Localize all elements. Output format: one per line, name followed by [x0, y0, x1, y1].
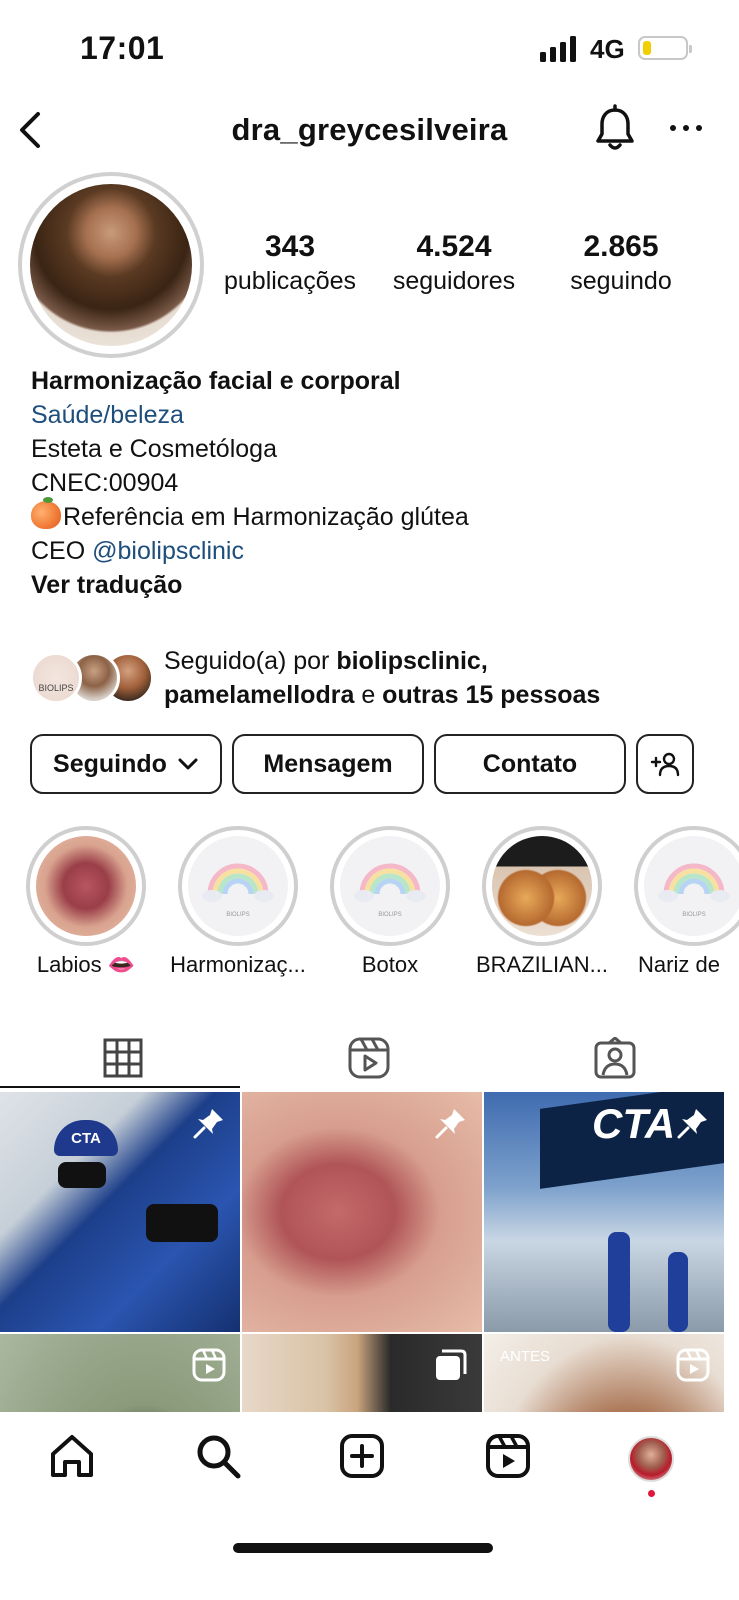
rainbow-icon: BIOLIPS — [658, 863, 730, 918]
post-thumbnail[interactable] — [242, 1092, 482, 1332]
bio-line-3: Referência em Harmonização glútea — [63, 503, 469, 531]
active-tab-indicator — [0, 1086, 240, 1088]
bio-ceo-link[interactable]: @biolipsclinic — [92, 537, 244, 565]
followed-by-others: outras 15 pessoas — [382, 681, 601, 709]
highlight-labios[interactable] — [26, 826, 146, 946]
rainbow-icon: BIOLIPS — [354, 863, 426, 918]
following-button[interactable]: Seguindo — [30, 734, 222, 794]
bell-icon[interactable] — [592, 104, 638, 154]
reels-icon — [676, 1348, 710, 1382]
peach-icon — [31, 497, 61, 529]
followed-by-prefix: Seguido(a) por — [164, 647, 330, 675]
contact-button[interactable]: Contato — [434, 734, 626, 794]
stat-following-value: 2.865 — [583, 230, 659, 263]
followed-by-text[interactable]: Seguido(a) por biolipsclinic, pamelamell… — [164, 644, 600, 712]
add-person-icon — [650, 752, 680, 777]
tab-grid[interactable] — [0, 1026, 246, 1090]
post-overlay-text: CTA — [592, 1100, 676, 1147]
followed-by-user-2: pamelamellodra — [164, 681, 355, 709]
highlight-botox[interactable]: BIOLIPS — [330, 826, 450, 946]
post-thumbnail[interactable]: CTA — [484, 1092, 724, 1332]
tab-reels[interactable] — [246, 1026, 492, 1090]
followed-by-conj: e — [361, 681, 376, 709]
reels-icon — [348, 1037, 390, 1079]
stat-following-label: seguindo — [570, 267, 672, 295]
svg-text:BIOLIPS: BIOLIPS — [682, 912, 705, 918]
message-button[interactable]: Mensagem — [232, 734, 424, 794]
reels-nav-icon[interactable] — [484, 1432, 532, 1480]
post-person — [668, 1252, 688, 1332]
stat-followers-value: 4.524 — [416, 230, 492, 263]
post-mask — [58, 1162, 106, 1188]
search-icon[interactable] — [194, 1432, 242, 1480]
battery-icon — [638, 36, 692, 60]
translate-link[interactable]: Ver tradução — [31, 568, 469, 602]
highlight-label: Labios 👄 — [36, 952, 136, 977]
mutual-avatar-1[interactable]: BIOLIPS — [30, 652, 82, 704]
stat-posts-label: publicações — [223, 267, 357, 295]
highlight-label: BRAZILIAN... — [475, 952, 609, 977]
bio-category[interactable]: Saúde/beleza — [31, 398, 469, 432]
pin-icon — [435, 1109, 465, 1139]
stat-posts-value: 343 — [264, 230, 316, 263]
grid-icon — [103, 1038, 143, 1078]
stat-followers[interactable]: 4.524 seguidores — [382, 230, 526, 298]
stat-following[interactable]: 2.865 seguindo — [546, 230, 696, 298]
bio-line-3-row: Referência em Harmonização glútea — [31, 497, 469, 534]
home-icon[interactable] — [48, 1432, 96, 1480]
highlight-label: Nariz de — [638, 952, 720, 977]
post-person — [608, 1232, 630, 1332]
profile-nav-avatar[interactable] — [628, 1436, 674, 1482]
bio-line-2: CNEC:00904 — [31, 469, 179, 497]
stat-posts[interactable]: 343 publicações — [218, 230, 362, 298]
post-overlay-text: ANTES — [500, 1348, 551, 1365]
home-indicator — [233, 1543, 493, 1553]
pin-icon — [677, 1109, 707, 1139]
highlight-harmonizacao[interactable]: BIOLIPS — [178, 826, 298, 946]
stat-followers-label: seguidores — [392, 267, 516, 295]
profile-avatar[interactable] — [18, 172, 204, 358]
tagged-person-icon — [594, 1037, 636, 1079]
more-options-icon[interactable] — [668, 118, 704, 138]
carousel-icon — [436, 1349, 467, 1380]
post-overlay-text: CTA — [54, 1120, 118, 1156]
status-time: 17:01 — [80, 30, 165, 66]
followed-by-user-1: biolipsclinic, — [336, 647, 488, 675]
notification-dot — [648, 1490, 655, 1497]
tab-tagged[interactable] — [492, 1026, 738, 1090]
highlight-brazilian[interactable] — [482, 826, 602, 946]
highlight-label: Botox — [361, 952, 419, 977]
profile-bio: Harmonização facial e corporal Saúde/bel… — [31, 364, 469, 602]
chevron-down-icon — [178, 758, 198, 770]
highlight-nariz[interactable]: BIOLIPS — [634, 826, 739, 946]
bio-name: Harmonização facial e corporal — [31, 367, 401, 395]
svg-text:BIOLIPS: BIOLIPS — [378, 912, 401, 918]
following-button-label: Seguindo — [53, 749, 167, 778]
pin-icon — [193, 1109, 223, 1139]
post-thumbnail[interactable]: CTA — [0, 1092, 240, 1332]
bio-line-1: Esteta e Cosmetóloga — [31, 435, 277, 463]
bio-ceo-prefix: CEO — [31, 537, 86, 565]
signal-icon — [540, 36, 576, 62]
rainbow-icon: BIOLIPS — [202, 863, 274, 918]
bio-ceo-row: CEO @biolipsclinic — [31, 534, 469, 568]
mutual-avatar-logo-text: BIOLIPS — [38, 683, 74, 693]
highlight-label: Harmonizaç... — [170, 952, 306, 977]
reels-icon — [192, 1348, 226, 1382]
post-mask — [146, 1204, 218, 1242]
svg-text:BIOLIPS: BIOLIPS — [226, 912, 249, 918]
network-type: 4G — [590, 34, 625, 64]
create-post-icon[interactable] — [338, 1432, 386, 1480]
suggest-people-button[interactable] — [636, 734, 694, 794]
